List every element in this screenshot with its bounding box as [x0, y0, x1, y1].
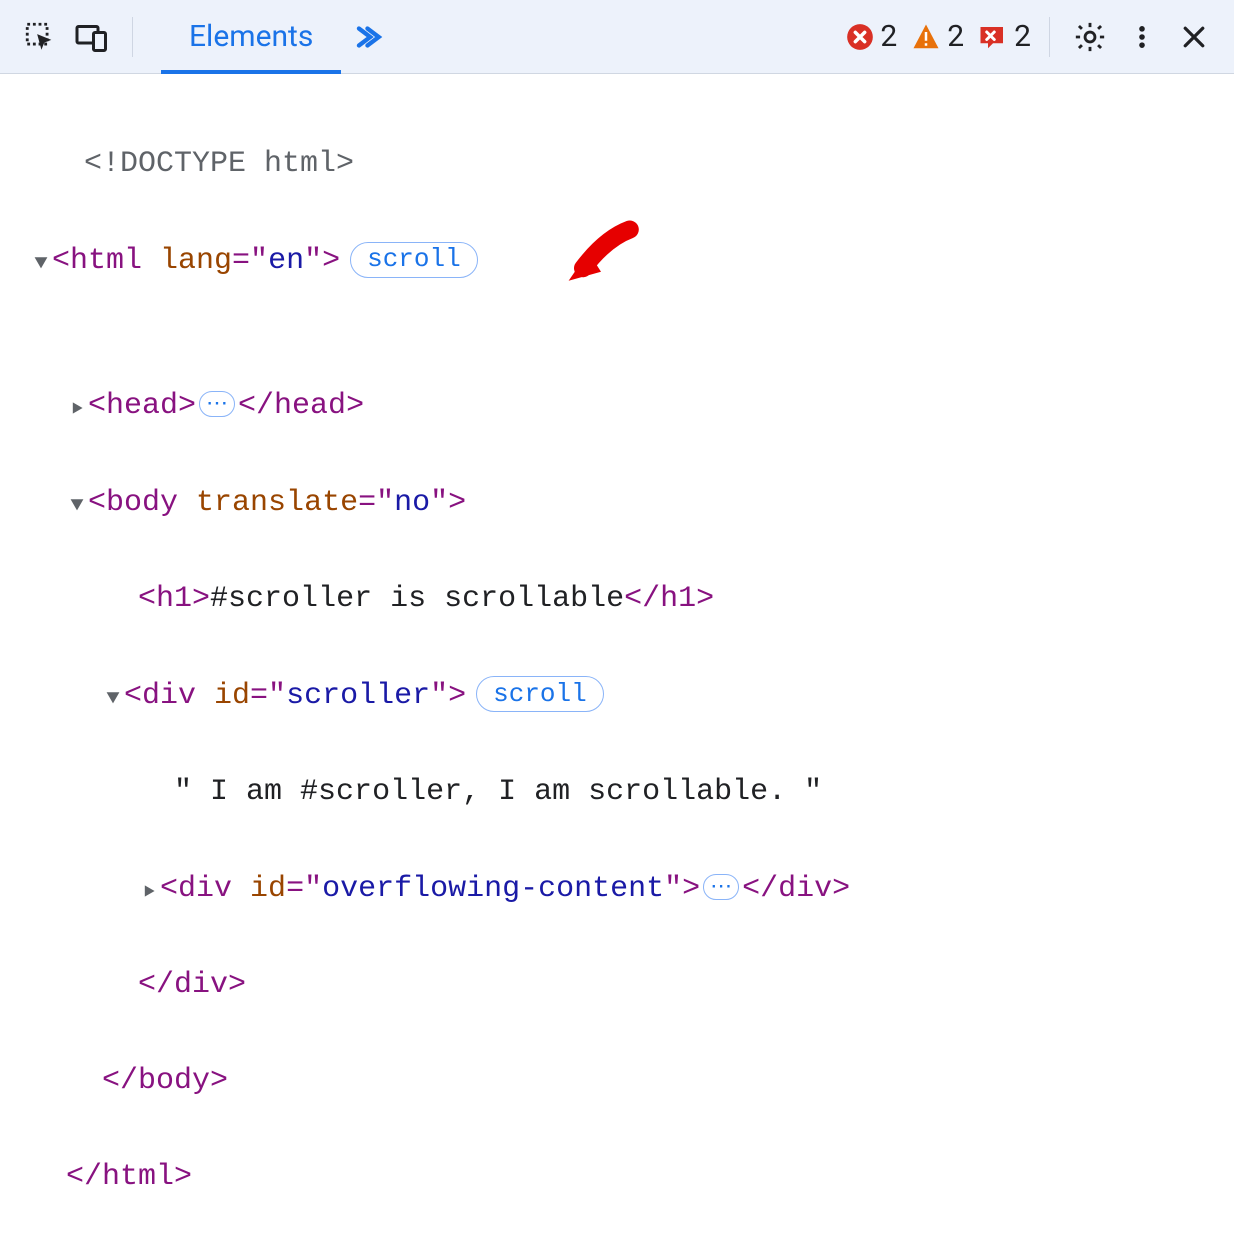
annotation-arrow-icon: [484, 168, 646, 371]
disclosure-right-icon[interactable]: [66, 381, 88, 429]
dom-node-h1[interactable]: <h1>#scroller is scrollable</h1>: [30, 575, 1204, 623]
dom-node-div-scroller[interactable]: <div id="scroller">scroll: [30, 671, 1204, 720]
collapsed-ellipsis-icon[interactable]: ⋯: [703, 874, 739, 900]
dom-node-html[interactable]: <html lang="en">scroll: [30, 236, 1204, 333]
devtools-toolbar: Elements 2 2: [0, 0, 1234, 74]
device-toggle-icon[interactable]: [70, 15, 114, 59]
doctype-text: <!DOCTYPE html>: [84, 147, 354, 181]
error-icon: [846, 23, 874, 51]
issues-icon: [978, 24, 1008, 50]
error-count[interactable]: 2: [846, 19, 897, 54]
collapsed-ellipsis-icon[interactable]: ⋯: [199, 391, 235, 417]
toolbar-divider: [1049, 17, 1050, 57]
dom-node-body-close[interactable]: </body>: [30, 1057, 1204, 1105]
dom-node-div-overflowing[interactable]: <div id="overflowing-content">⋯</div>: [30, 864, 1204, 913]
kebab-menu-icon[interactable]: [1120, 15, 1164, 59]
disclosure-down-icon[interactable]: [30, 236, 52, 284]
dom-node-head[interactable]: <head>⋯</head>: [30, 381, 1204, 430]
status-group: 2 2 2: [846, 19, 1031, 54]
dom-text-node[interactable]: " I am #scroller, I am scrollable. ": [30, 768, 1204, 816]
warning-count[interactable]: 2: [911, 19, 964, 54]
settings-icon[interactable]: [1068, 15, 1112, 59]
dom-node-html-close[interactable]: </html>: [30, 1153, 1204, 1201]
warning-icon: [911, 22, 941, 52]
close-icon[interactable]: [1172, 15, 1216, 59]
inspect-icon[interactable]: [18, 15, 62, 59]
disclosure-down-icon[interactable]: [102, 671, 124, 719]
toolbar-divider: [132, 17, 133, 57]
panel-tabs: Elements: [161, 0, 391, 73]
scroll-badge[interactable]: scroll: [350, 242, 478, 278]
scroll-badge[interactable]: scroll: [476, 676, 604, 712]
error-count-value: 2: [880, 19, 897, 54]
tab-elements[interactable]: Elements: [161, 0, 341, 73]
tab-elements-label: Elements: [189, 19, 313, 54]
issues-count[interactable]: 2: [978, 19, 1031, 54]
elements-dom-tree[interactable]: <!DOCTYPE html> <html lang="en">scroll <…: [0, 74, 1234, 1236]
disclosure-down-icon[interactable]: [66, 478, 88, 526]
warning-count-value: 2: [947, 19, 964, 54]
issues-count-value: 2: [1014, 19, 1031, 54]
dom-node-div-close[interactable]: </div>: [30, 961, 1204, 1009]
dom-node-body[interactable]: <body translate="no">: [30, 478, 1204, 527]
disclosure-right-icon[interactable]: [138, 864, 160, 912]
more-tabs-button[interactable]: [341, 0, 391, 73]
